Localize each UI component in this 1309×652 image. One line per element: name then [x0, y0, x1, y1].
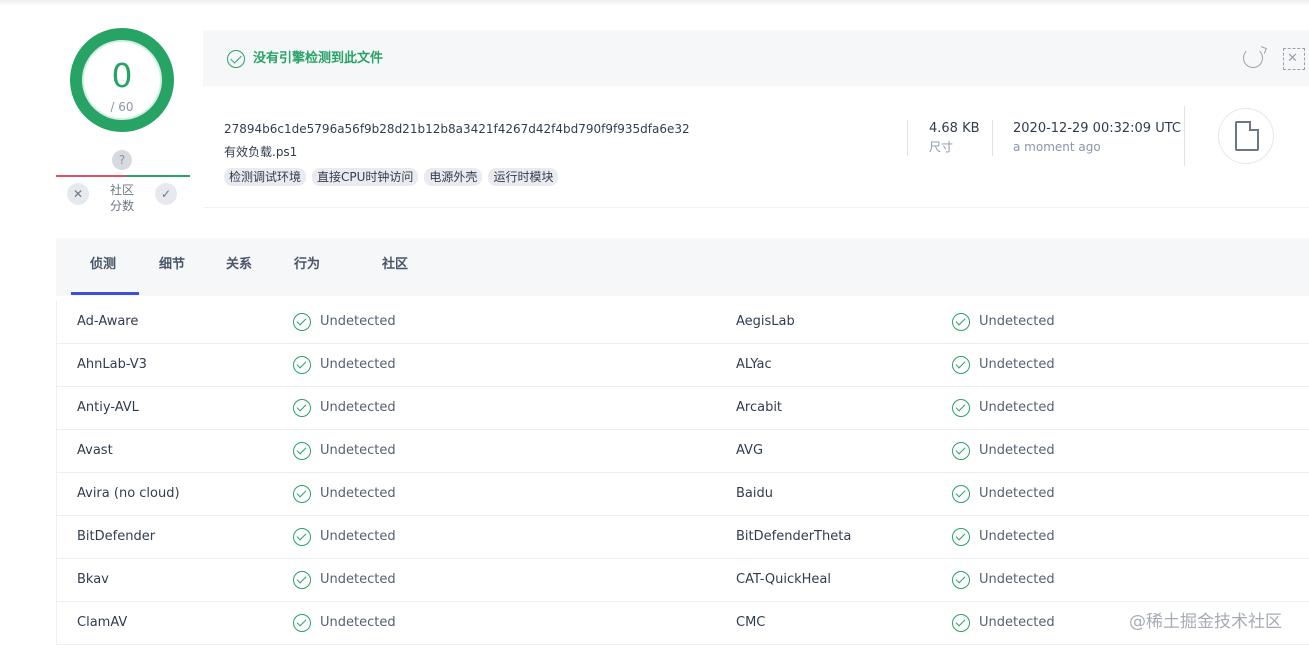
engine-result: Undetected	[952, 485, 1055, 503]
tag[interactable]: 直接CPU时钟访问	[312, 168, 419, 186]
check-circle-icon	[952, 528, 970, 546]
table-row: Avira (no cloud) Undetected Baidu Undete…	[57, 473, 1309, 516]
file-info: 27894b6c1de5796a56f9b28d21b12b8a3421f426…	[203, 86, 1309, 208]
scan-date-value: 2020-12-29 00:32:09 UTC	[1013, 121, 1181, 136]
engine-name: AegisLab	[736, 314, 795, 329]
engine-name: Antiy-AVL	[77, 400, 139, 415]
table-row: Avast Undetected AVG Undetected	[57, 430, 1309, 473]
check-circle-icon	[293, 399, 311, 417]
divider	[1184, 106, 1185, 166]
engine-result: Undetected	[293, 356, 396, 374]
engine-result: Undetected	[952, 399, 1055, 417]
community-score: ? ✕ 社区 分数 ✓	[56, 150, 190, 220]
thumbs-down-icon[interactable]: ✕	[67, 183, 89, 205]
tab-behavior[interactable]: 行为	[294, 256, 320, 274]
tab-relations[interactable]: 关系	[226, 256, 252, 274]
detection-score-ring: 0 / 60	[70, 28, 174, 132]
detections-table: Ad-Aware Undetected AegisLab Undetected …	[56, 301, 1309, 645]
engine-result: Undetected	[293, 485, 396, 503]
watermark: @稀土掘金技术社区	[1129, 612, 1282, 632]
reload-icon[interactable]	[1243, 48, 1263, 68]
tab-community[interactable]: 社区	[382, 256, 408, 274]
engine-name: Baidu	[736, 486, 773, 501]
scan-icon[interactable]	[1283, 48, 1305, 70]
engine-result: Undetected	[952, 614, 1055, 632]
file-tags: 检测调试环境 直接CPU时钟访问 电源外壳 运行时模块	[224, 168, 559, 186]
file-hash[interactable]: 27894b6c1de5796a56f9b28d21b12b8a3421f426…	[224, 121, 690, 137]
file-type-badge	[1218, 108, 1274, 164]
tab-details[interactable]: 细节	[159, 256, 185, 274]
file-size-value: 4.68 KB	[929, 121, 980, 136]
active-tab-indicator	[71, 292, 139, 295]
table-row: Bkav Undetected CAT-QuickHeal Undetected	[57, 559, 1309, 602]
check-circle-icon	[952, 356, 970, 374]
status-banner: 没有引擎检测到此文件	[203, 30, 1309, 86]
check-circle-icon	[293, 356, 311, 374]
engine-name: Bkav	[77, 572, 109, 587]
community-score-bar	[56, 175, 190, 177]
engine-name: Avira (no cloud)	[77, 486, 180, 501]
engine-result: Undetected	[293, 528, 396, 546]
table-row: AhnLab-V3 Undetected ALYac Undetected	[57, 344, 1309, 387]
thumbs-up-icon[interactable]: ✓	[155, 183, 177, 205]
detection-score: 0	[111, 56, 133, 95]
engine-result: Undetected	[293, 313, 396, 331]
file-size: 4.68 KB 尺寸	[929, 120, 980, 156]
check-circle-icon	[952, 571, 970, 589]
file-icon	[1235, 121, 1259, 151]
tag[interactable]: 运行时模块	[488, 168, 559, 186]
file-name: 有效负载.ps1	[224, 145, 298, 159]
engine-result: Undetected	[952, 528, 1055, 546]
check-circle-icon	[293, 313, 311, 331]
check-circle-icon	[293, 571, 311, 589]
engine-result: Undetected	[293, 442, 396, 460]
check-circle-icon	[293, 614, 311, 632]
engine-name: AVG	[736, 443, 764, 458]
detection-score-total: / 60	[110, 100, 134, 114]
file-size-label: 尺寸	[929, 140, 954, 154]
tag[interactable]: 检测调试环境	[224, 168, 307, 186]
engine-result: Undetected	[952, 313, 1055, 331]
tag[interactable]: 电源外壳	[424, 168, 483, 186]
check-circle-icon	[293, 442, 311, 460]
status-message: 没有引擎检测到此文件	[253, 51, 384, 66]
engine-name: BitDefenderTheta	[736, 529, 852, 544]
engine-name: Arcabit	[736, 400, 783, 415]
top-shadow	[0, 0, 1309, 6]
engine-name: BitDefender	[77, 529, 156, 544]
check-circle-icon	[952, 614, 970, 632]
divider	[907, 120, 908, 156]
engine-result: Undetected	[952, 571, 1055, 589]
check-circle-icon	[293, 485, 311, 503]
table-row: BitDefender Undetected BitDefenderTheta …	[57, 516, 1309, 559]
tab-bar: 侦测 细节 关系 行为 社区	[56, 238, 1309, 296]
engine-name: CMC	[736, 615, 766, 630]
engine-name: CAT-QuickHeal	[736, 572, 831, 587]
check-circle-icon	[952, 313, 970, 331]
engine-name: ClamAV	[77, 615, 128, 630]
check-circle-icon	[952, 442, 970, 460]
table-row: Ad-Aware Undetected AegisLab Undetected	[57, 301, 1309, 344]
engine-result: Undetected	[952, 442, 1055, 460]
engine-name: Avast	[77, 443, 113, 458]
table-row: ClamAV Undetected CMC Undetected	[57, 602, 1309, 645]
check-circle-icon	[293, 528, 311, 546]
scan-date-relative: a moment ago	[1013, 140, 1101, 154]
check-circle-icon	[227, 50, 245, 68]
engine-result: Undetected	[293, 399, 396, 417]
check-circle-icon	[952, 485, 970, 503]
engine-result: Undetected	[293, 614, 396, 632]
help-icon[interactable]: ?	[112, 150, 132, 170]
engine-result: Undetected	[952, 356, 1055, 374]
divider	[992, 120, 993, 156]
table-row: Antiy-AVL Undetected Arcabit Undetected	[57, 387, 1309, 430]
scan-date: 2020-12-29 00:32:09 UTC a moment ago	[1013, 120, 1181, 156]
community-score-label: 社区 分数	[109, 183, 134, 213]
engine-name: AhnLab-V3	[77, 357, 147, 372]
check-circle-icon	[952, 399, 970, 417]
tab-detection[interactable]: 侦测	[90, 256, 116, 274]
engine-name: Ad-Aware	[77, 314, 139, 329]
engine-result: Undetected	[293, 571, 396, 589]
engine-name: ALYac	[736, 357, 772, 372]
